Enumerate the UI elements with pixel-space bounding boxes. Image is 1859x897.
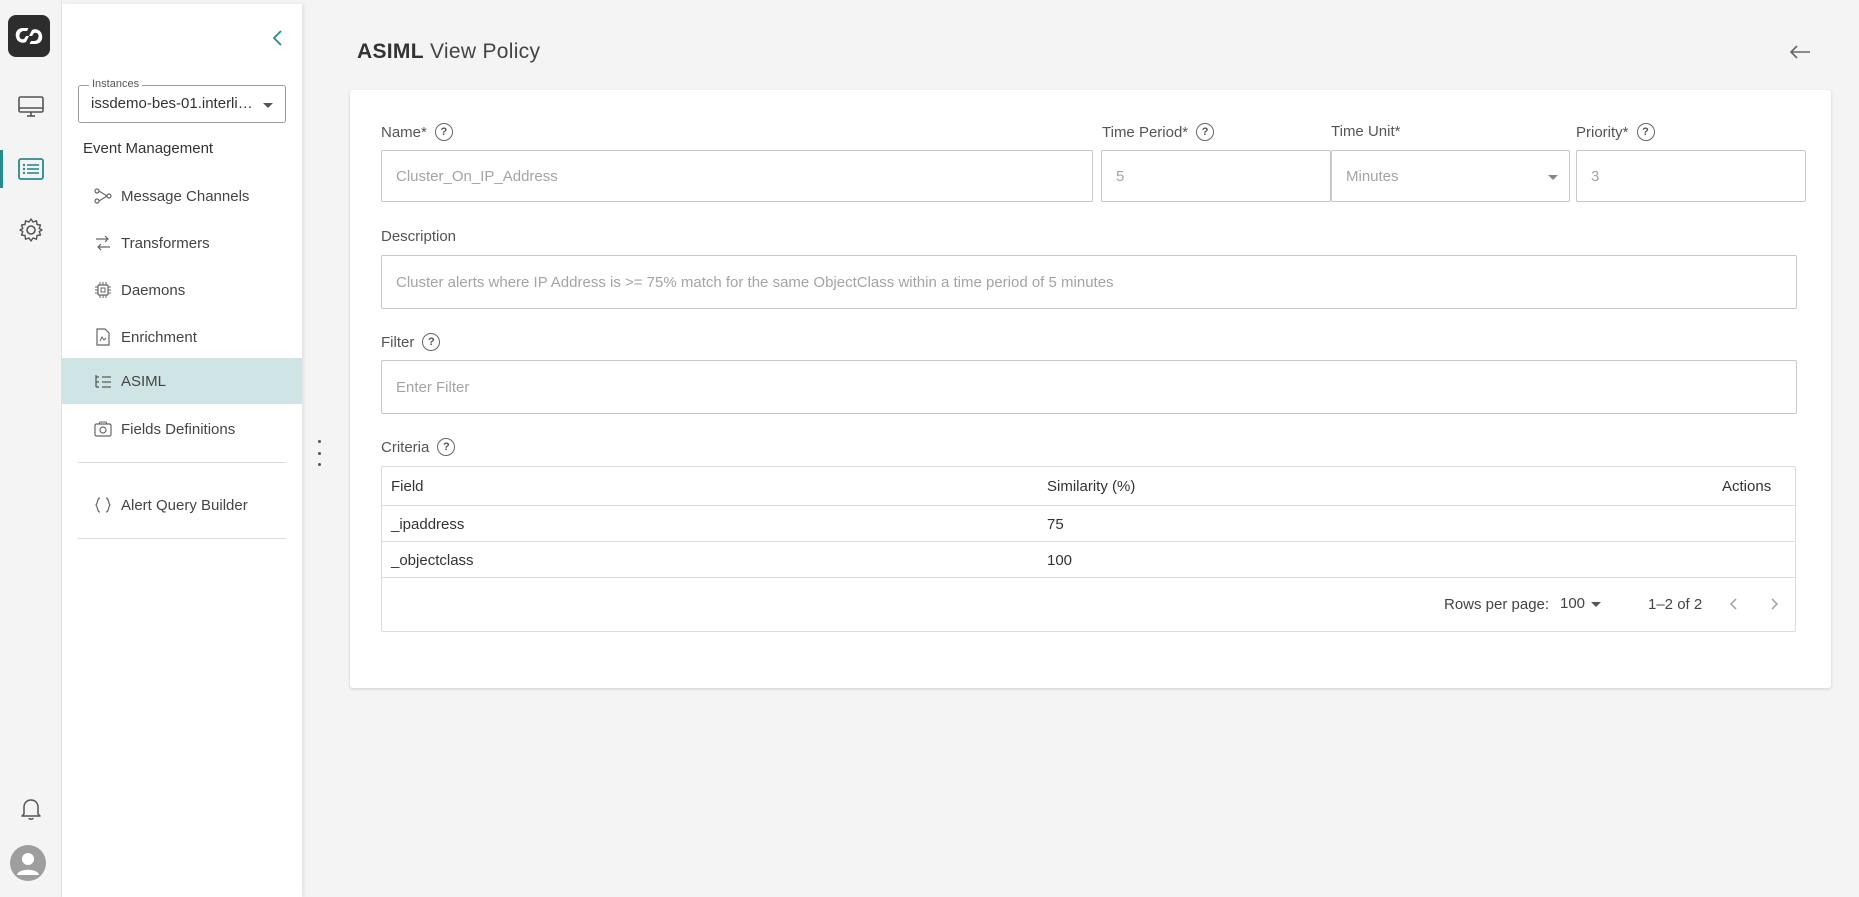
table-header-row: Field Similarity (%) Actions <box>382 467 1795 506</box>
back-button[interactable] <box>1784 38 1816 66</box>
page-title-bold: ASIML <box>357 40 424 63</box>
description-label-text: Description <box>381 228 457 245</box>
next-page-button[interactable] <box>1762 591 1786 617</box>
time-period-label: Time Period* ? <box>1102 123 1215 141</box>
column-header-similarity[interactable]: Similarity (%) <box>1047 467 1135 506</box>
arrow-left-icon <box>1789 45 1810 59</box>
transformers-icon <box>94 234 112 252</box>
sidebar-item-label: ASIML <box>121 372 167 390</box>
icon-rail <box>0 0 62 897</box>
caret-down-icon <box>1548 175 1558 180</box>
bell-icon <box>21 799 41 820</box>
rows-per-page-value: 100 <box>1560 595 1586 612</box>
table-pagination: Rows per page: 100 1–2 of 2 <box>382 579 1795 631</box>
priority-label: Priority* ? <box>1576 123 1655 141</box>
section-title: Event Management <box>83 140 214 157</box>
name-label-text: Name* <box>381 123 427 141</box>
time-unit-label-text: Time Unit* <box>1331 123 1401 140</box>
rail-settings-button[interactable] <box>0 207 62 253</box>
sidebar-item-daemons[interactable]: Daemons <box>62 269 302 311</box>
description-field[interactable]: Cluster alerts where IP Address is >= 75… <box>381 255 1797 309</box>
column-header-actions: Actions <box>1722 478 1772 495</box>
previous-page-button[interactable] <box>1722 591 1746 617</box>
sidebar-divider <box>78 538 286 539</box>
sidebar-item-message-channels[interactable]: Message Channels <box>62 175 302 217</box>
table-row[interactable]: _ipaddress 75 <box>382 506 1795 542</box>
sidebar-item-label: Alert Query Builder <box>121 496 248 514</box>
gear-icon <box>19 218 43 242</box>
help-icon[interactable]: ? <box>437 438 456 456</box>
criteria-label: Criteria ? <box>381 438 456 456</box>
criteria-table: Field Similarity (%) Actions _ipaddress … <box>381 466 1796 632</box>
chevron-left-icon <box>272 30 282 46</box>
page-title-rest: View Policy <box>429 40 541 63</box>
sidebar-item-label: Fields Definitions <box>121 420 236 438</box>
name-label: Name* ? <box>381 123 453 141</box>
help-icon[interactable]: ? <box>1636 123 1655 141</box>
enrichment-icon <box>94 328 112 346</box>
sidebar-item-transformers[interactable]: Transformers <box>62 222 302 264</box>
sidebar: Instances issdemo-bes-01.interlink Event… <box>62 4 302 897</box>
sidebar-divider <box>78 462 286 463</box>
filter-label-text: Filter <box>381 333 415 351</box>
help-icon[interactable]: ? <box>434 123 453 141</box>
cell-similarity: 100 <box>1047 551 1073 569</box>
instance-value: issdemo-bes-01.interlink <box>91 95 253 112</box>
instances-label: Instances <box>89 78 143 90</box>
help-icon[interactable]: ? <box>1196 123 1215 141</box>
collapse-sidebar-button[interactable] <box>262 22 294 54</box>
sidebar-item-label: Transformers <box>121 234 210 252</box>
sidebar-item-enrichment[interactable]: Enrichment <box>62 316 302 358</box>
time-unit-select[interactable]: Minutes <box>1331 150 1570 202</box>
sidebar-item-label: Message Channels <box>121 187 250 205</box>
help-icon[interactable]: ? <box>422 333 441 351</box>
logo-icon <box>15 28 43 44</box>
name-field[interactable]: Cluster_On_IP_Address <box>381 150 1093 202</box>
sidebar-item-asiml[interactable]: ASIML <box>62 358 302 404</box>
cell-field: _ipaddress <box>391 515 465 533</box>
time-period-field[interactable]: 5 <box>1101 150 1331 202</box>
fields-definitions-icon <box>94 420 112 438</box>
table-row[interactable]: _objectclass 100 <box>382 542 1795 578</box>
rows-per-page-select[interactable]: 100 <box>1560 589 1608 619</box>
criteria-label-text: Criteria <box>381 438 430 456</box>
resize-handle-kebab-icon[interactable] <box>312 440 326 466</box>
user-avatar[interactable] <box>10 845 46 881</box>
page-title: ASIML View Policy <box>357 40 540 64</box>
sidebar-item-label: Enrichment <box>121 328 197 346</box>
pagination-range: 1–2 of 2 <box>1648 596 1703 613</box>
caret-down-icon <box>263 103 273 108</box>
user-avatar-icon <box>17 853 39 875</box>
policy-card: Name* ? Cluster_On_IP_Address Time Perio… <box>350 90 1831 688</box>
column-header-field[interactable]: Field <box>391 467 424 506</box>
time-unit-value: Minutes <box>1346 167 1399 185</box>
filter-label: Filter ? <box>381 333 441 351</box>
priority-label-text: Priority* <box>1576 123 1629 141</box>
sidebar-item-label: Daemons <box>121 281 186 299</box>
caret-down-icon <box>1591 602 1601 607</box>
list-icon <box>18 158 44 180</box>
message-channels-icon <box>94 187 112 205</box>
notifications-button[interactable] <box>0 786 62 832</box>
braces-icon <box>94 496 112 514</box>
description-label: Description <box>381 228 456 245</box>
priority-field[interactable]: 3 <box>1576 150 1806 202</box>
daemons-icon <box>94 281 112 299</box>
app-logo[interactable] <box>8 15 50 57</box>
chevron-right-icon <box>1771 598 1779 610</box>
filter-input[interactable]: Enter Filter <box>381 360 1797 414</box>
chevron-left-icon <box>1729 598 1737 610</box>
monitor-icon <box>18 96 44 117</box>
cell-field: _objectclass <box>391 551 474 569</box>
rail-dashboard-button[interactable] <box>0 84 62 130</box>
rail-event-management-button[interactable] <box>0 146 62 192</box>
rows-per-page-label: Rows per page: <box>1444 596 1550 613</box>
cell-similarity: 75 <box>1047 515 1064 533</box>
time-period-label-text: Time Period* <box>1102 123 1189 141</box>
time-unit-label: Time Unit* <box>1331 123 1400 140</box>
sidebar-item-alert-query-builder[interactable]: Alert Query Builder <box>62 484 302 526</box>
sidebar-item-fields-definitions[interactable]: Fields Definitions <box>62 408 302 450</box>
asiml-icon <box>94 372 112 390</box>
instance-select[interactable]: Instances issdemo-bes-01.interlink <box>78 78 286 123</box>
